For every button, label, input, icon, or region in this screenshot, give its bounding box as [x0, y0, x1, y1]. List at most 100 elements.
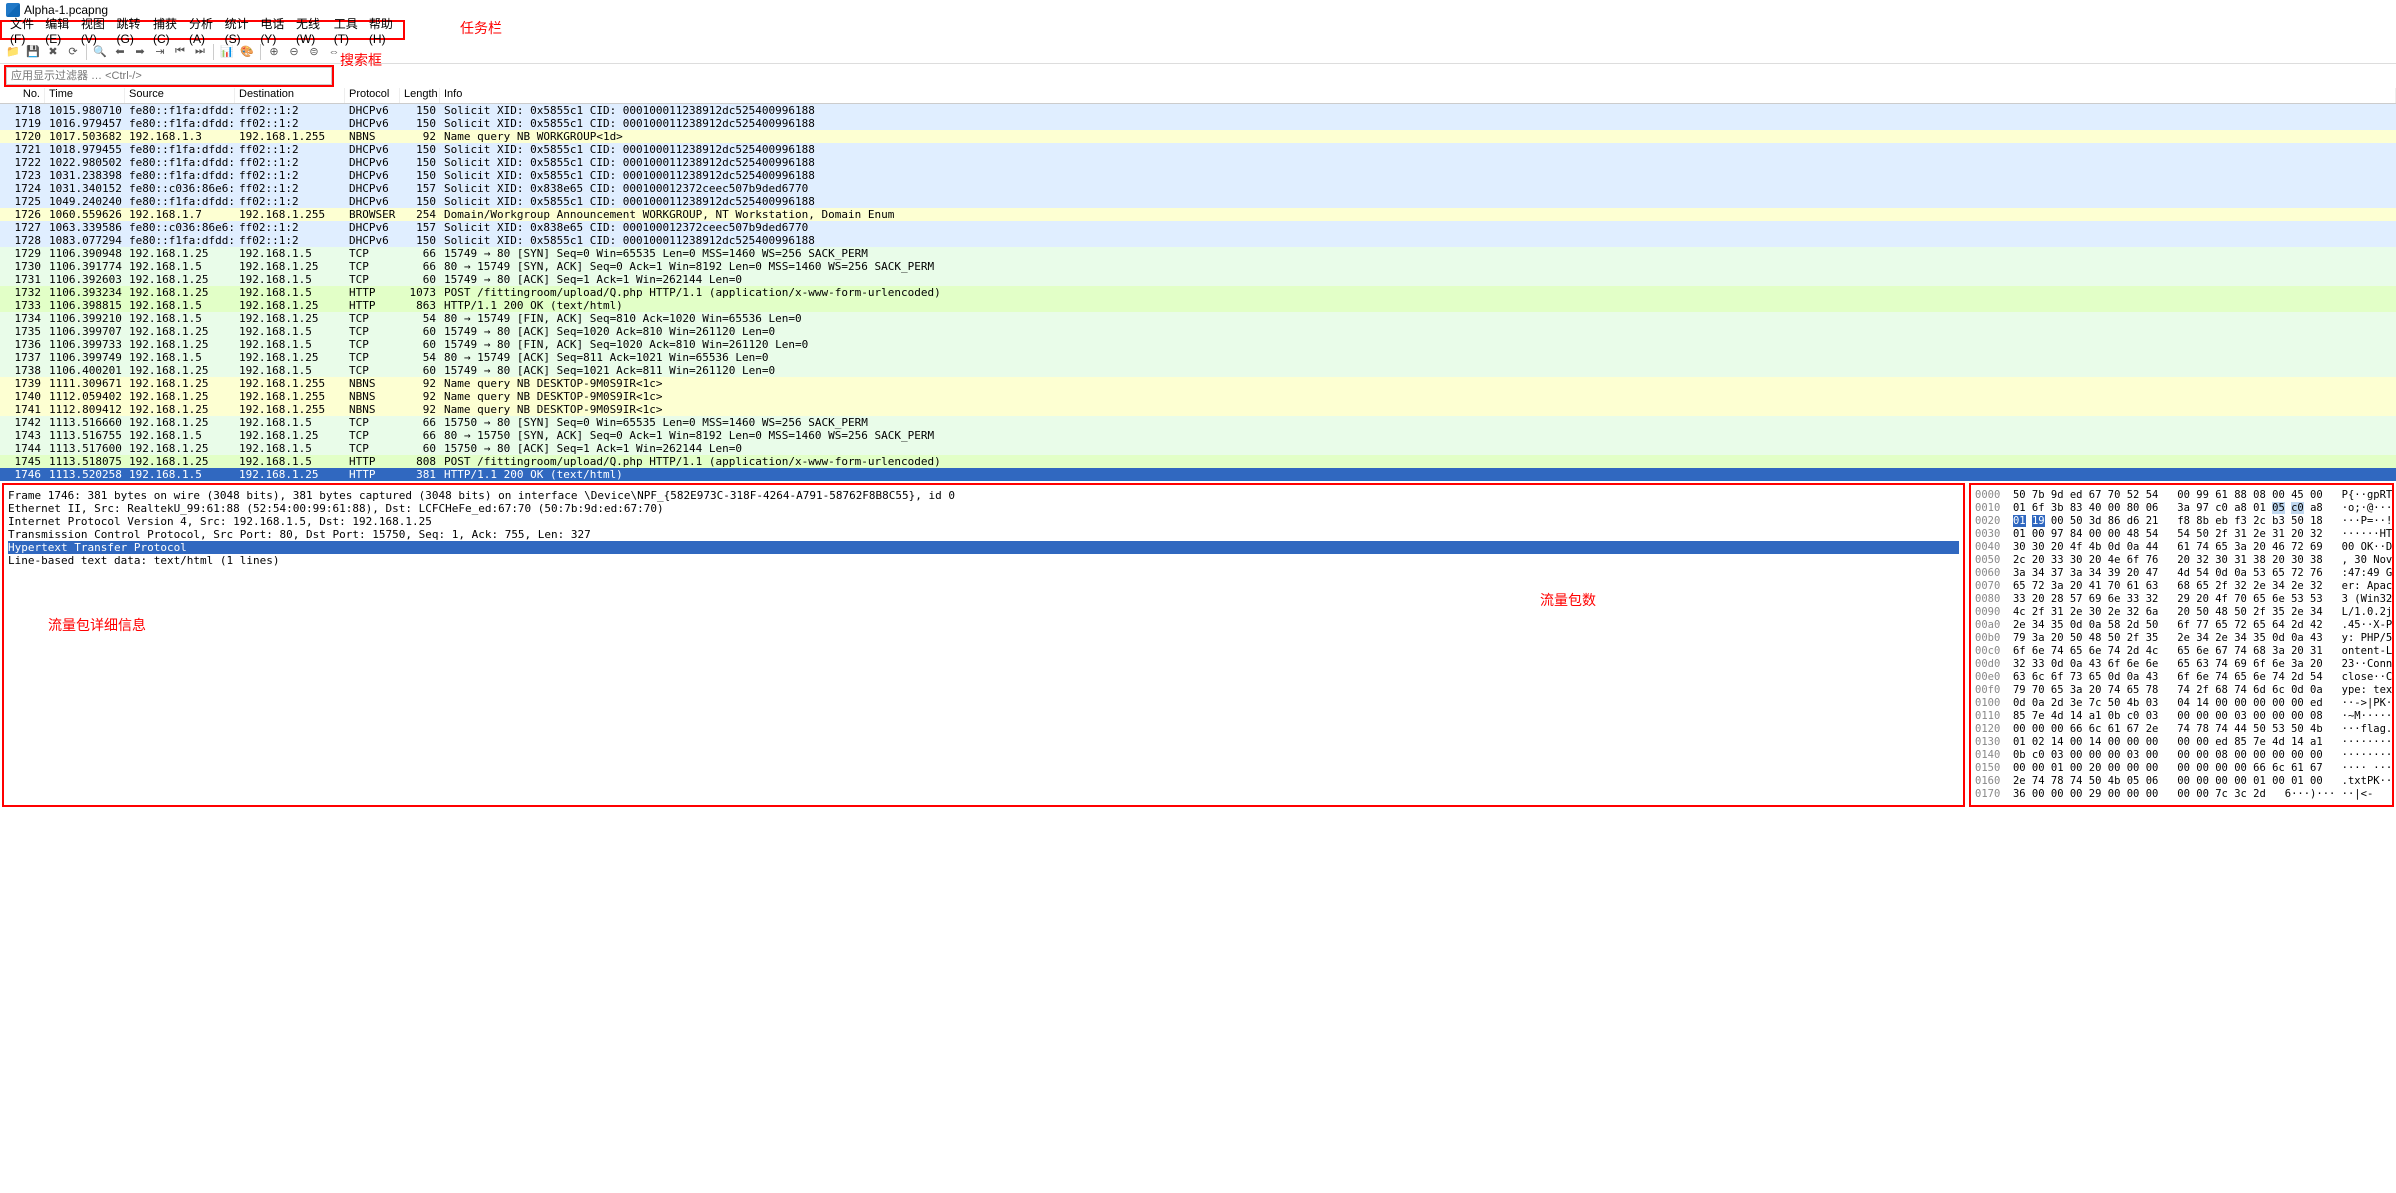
packet-row[interactable]: 17181015.980710fe80::f1fa:dfdd:7eb…ff02:…: [0, 104, 2396, 117]
packet-row[interactable]: 17311106.392603192.168.1.25192.168.1.5TC…: [0, 273, 2396, 286]
hex-line[interactable]: 0100 0d 0a 2d 3e 7c 50 4b 03 04 14 00 00…: [1975, 697, 2388, 710]
hex-line[interactable]: 0120 00 00 00 66 6c 61 67 2e 74 78 74 44…: [1975, 723, 2388, 736]
hex-line[interactable]: 0140 0b c0 03 00 00 00 03 00 00 00 08 00…: [1975, 749, 2388, 762]
toolbar-goto-icon[interactable]: ⇥: [151, 43, 169, 61]
packet-row[interactable]: 17361106.399733192.168.1.25192.168.1.5TC…: [0, 338, 2396, 351]
packet-row[interactable]: 17231031.238398fe80::f1fa:dfdd:7eb…ff02:…: [0, 169, 2396, 182]
hex-line[interactable]: 0170 36 00 00 00 29 00 00 00 00 00 7c 3c…: [1975, 788, 2388, 801]
packet-row[interactable]: 17351106.399707192.168.1.25192.168.1.5TC…: [0, 325, 2396, 338]
hex-line[interactable]: 0040 30 30 20 4f 4b 0d 0a 44 61 74 65 3a…: [1975, 541, 2388, 554]
detail-line[interactable]: Hypertext Transfer Protocol: [8, 541, 1959, 554]
menu-item[interactable]: 编辑(E): [41, 15, 75, 46]
hex-line[interactable]: 0030 01 00 97 84 00 00 48 54 54 50 2f 31…: [1975, 528, 2388, 541]
hex-line[interactable]: 0130 01 02 14 00 14 00 00 00 00 00 ed 85…: [1975, 736, 2388, 749]
hex-line[interactable]: 00a0 2e 34 35 0d 0a 58 2d 50 6f 77 65 72…: [1975, 619, 2388, 632]
hex-line[interactable]: 0080 33 20 28 57 69 6e 33 32 29 20 4f 70…: [1975, 593, 2388, 606]
packet-list-header[interactable]: No. Time Source Destination Protocol Len…: [0, 88, 2396, 104]
menu-bar[interactable]: 文件(F)编辑(E)视图(V)跳转(G)捕获(C)分析(A)统计(S)电话(Y)…: [0, 20, 405, 40]
toolbar-fwd-icon[interactable]: ➡: [131, 43, 149, 61]
packet-row[interactable]: 17221022.980502fe80::f1fa:dfdd:7eb…ff02:…: [0, 156, 2396, 169]
detail-line[interactable]: Ethernet II, Src: RealtekU_99:61:88 (52:…: [8, 502, 1959, 515]
col-header-source[interactable]: Source: [125, 88, 235, 103]
packet-bytes-pane[interactable]: 0000 50 7b 9d ed 67 70 52 54 00 99 61 88…: [1969, 483, 2394, 807]
packet-row[interactable]: 17271063.339586fe80::c036:86e6:b43…ff02:…: [0, 221, 2396, 234]
hex-line[interactable]: 0050 2c 20 33 30 20 4e 6f 76 20 32 30 31…: [1975, 554, 2388, 567]
packet-row[interactable]: 17391111.309671192.168.1.25192.168.1.255…: [0, 377, 2396, 390]
menu-item[interactable]: 帮助(H): [365, 15, 399, 46]
packet-row[interactable]: 17411112.809412192.168.1.25192.168.1.255…: [0, 403, 2396, 416]
packet-row[interactable]: 17191016.979457fe80::f1fa:dfdd:7eb…ff02:…: [0, 117, 2396, 130]
col-header-info[interactable]: Info: [440, 88, 2396, 103]
hex-line[interactable]: 0020 01 19 00 50 3d 86 d6 21 f8 8b eb f3…: [1975, 515, 2388, 528]
packet-row[interactable]: 17381106.400201192.168.1.25192.168.1.5TC…: [0, 364, 2396, 377]
toolbar-open-icon[interactable]: 📁: [4, 43, 22, 61]
filter-bar: 搜索框: [0, 64, 2396, 88]
menu-item[interactable]: 电话(Y): [256, 15, 290, 46]
detail-line[interactable]: Frame 1746: 381 bytes on wire (3048 bits…: [8, 489, 1959, 502]
packet-row[interactable]: 17331106.398815192.168.1.5192.168.1.25HT…: [0, 299, 2396, 312]
hex-line[interactable]: 0160 2e 74 78 74 50 4b 05 06 00 00 00 00…: [1975, 775, 2388, 788]
packet-row[interactable]: 17341106.399210192.168.1.5192.168.1.25TC…: [0, 312, 2396, 325]
annotation-taskbar: 任务栏: [460, 18, 502, 38]
menu-item[interactable]: 分析(A): [185, 15, 219, 46]
menu-item[interactable]: 文件(F): [6, 15, 39, 46]
hex-line[interactable]: 0010 01 6f 3b 83 40 00 80 06 3a 97 c0 a8…: [1975, 502, 2388, 515]
packet-row[interactable]: 17451113.518075192.168.1.25192.168.1.5HT…: [0, 455, 2396, 468]
menu-item[interactable]: 捕获(C): [149, 15, 183, 46]
packet-details-pane[interactable]: 流量包详细信息 Frame 1746: 381 bytes on wire (3…: [2, 483, 1965, 807]
packet-row[interactable]: 17321106.393234192.168.1.25192.168.1.5HT…: [0, 286, 2396, 299]
menu-item[interactable]: 跳转(G): [112, 15, 146, 46]
hex-line[interactable]: 0000 50 7b 9d ed 67 70 52 54 00 99 61 88…: [1975, 489, 2388, 502]
menu-item[interactable]: 无线(W): [292, 15, 328, 46]
menu-item[interactable]: 工具(T): [330, 15, 363, 46]
hex-line[interactable]: 0070 65 72 3a 20 41 70 61 63 68 65 2f 32…: [1975, 580, 2388, 593]
packet-row[interactable]: 17241031.340152fe80::c036:86e6:b43…ff02:…: [0, 182, 2396, 195]
packet-row[interactable]: 17281083.077294fe80::f1fa:dfdd:7eb…ff02:…: [0, 234, 2396, 247]
col-header-proto[interactable]: Protocol: [345, 88, 400, 103]
packet-row[interactable]: 17431113.516755192.168.1.5192.168.1.25TC…: [0, 429, 2396, 442]
packet-list[interactable]: 17181015.980710fe80::f1fa:dfdd:7eb…ff02:…: [0, 104, 2396, 481]
toolbar-back-icon[interactable]: ⬅: [111, 43, 129, 61]
packet-row[interactable]: 17211018.979455fe80::f1fa:dfdd:7eb…ff02:…: [0, 143, 2396, 156]
hex-line[interactable]: 00d0 32 33 0d 0a 43 6f 6e 6e 65 63 74 69…: [1975, 658, 2388, 671]
hex-line[interactable]: 00c0 6f 6e 74 65 6e 74 2d 4c 65 6e 67 74…: [1975, 645, 2388, 658]
hex-line[interactable]: 0110 85 7e 4d 14 a1 0b c0 03 00 00 00 03…: [1975, 710, 2388, 723]
col-header-dest[interactable]: Destination: [235, 88, 345, 103]
toolbar-close-icon[interactable]: ✖: [44, 43, 62, 61]
hex-line[interactable]: 0060 3a 34 37 3a 34 39 20 47 4d 54 0d 0a…: [1975, 567, 2388, 580]
menu-item[interactable]: 视图(V): [77, 15, 111, 46]
hex-line[interactable]: 0090 4c 2f 31 2e 30 2e 32 6a 20 50 48 50…: [1975, 606, 2388, 619]
packet-row[interactable]: 17401112.059402192.168.1.25192.168.1.255…: [0, 390, 2396, 403]
packet-row[interactable]: 17461113.520258192.168.1.5192.168.1.25HT…: [0, 468, 2396, 481]
hex-line[interactable]: 00f0 79 70 65 3a 20 74 65 78 74 2f 68 74…: [1975, 684, 2388, 697]
detail-line[interactable]: Internet Protocol Version 4, Src: 192.16…: [8, 515, 1959, 528]
toolbar-find-icon[interactable]: 🔍: [91, 43, 109, 61]
col-header-no[interactable]: No.: [0, 88, 45, 103]
packet-row[interactable]: 17441113.517600192.168.1.25192.168.1.5TC…: [0, 442, 2396, 455]
packet-row[interactable]: 17421113.516660192.168.1.25192.168.1.5TC…: [0, 416, 2396, 429]
packet-row[interactable]: 17251049.240240fe80::f1fa:dfdd:7eb…ff02:…: [0, 195, 2396, 208]
col-header-time[interactable]: Time: [45, 88, 125, 103]
packet-row[interactable]: 17291106.390948192.168.1.25192.168.1.5TC…: [0, 247, 2396, 260]
packet-row[interactable]: 17201017.503682192.168.1.3192.168.1.255N…: [0, 130, 2396, 143]
toolbar-save-icon[interactable]: 💾: [24, 43, 42, 61]
toolbar-reload-icon[interactable]: ⟳: [64, 43, 82, 61]
packet-row[interactable]: 17371106.399749192.168.1.5192.168.1.25TC…: [0, 351, 2396, 364]
detail-line[interactable]: Transmission Control Protocol, Src Port:…: [8, 528, 1959, 541]
toolbar-last-icon[interactable]: ⏭: [191, 43, 209, 61]
toolbar-zoomin-icon[interactable]: ⊕: [265, 43, 283, 61]
toolbar-zoomout-icon[interactable]: ⊖: [285, 43, 303, 61]
display-filter-input[interactable]: [6, 67, 332, 85]
toolbar-zoom100-icon[interactable]: ⊜: [305, 43, 323, 61]
hex-line[interactable]: 00b0 79 3a 20 50 48 50 2f 35 2e 34 2e 34…: [1975, 632, 2388, 645]
hex-line[interactable]: 0150 00 00 01 00 20 00 00 00 00 00 00 00…: [1975, 762, 2388, 775]
packet-row[interactable]: 17261060.559626192.168.1.7192.168.1.255B…: [0, 208, 2396, 221]
col-header-len[interactable]: Length: [400, 88, 440, 103]
packet-row[interactable]: 17301106.391774192.168.1.5192.168.1.25TC…: [0, 260, 2396, 273]
menu-item[interactable]: 统计(S): [221, 15, 255, 46]
hex-line[interactable]: 00e0 63 6c 6f 73 65 0d 0a 43 6f 6e 74 65…: [1975, 671, 2388, 684]
toolbar-first-icon[interactable]: ⏮: [171, 43, 189, 61]
detail-line[interactable]: Line-based text data: text/html (1 lines…: [8, 554, 1959, 567]
toolbar-autoscroll-icon[interactable]: 📊: [218, 43, 236, 61]
toolbar-colorize-icon[interactable]: 🎨: [238, 43, 256, 61]
